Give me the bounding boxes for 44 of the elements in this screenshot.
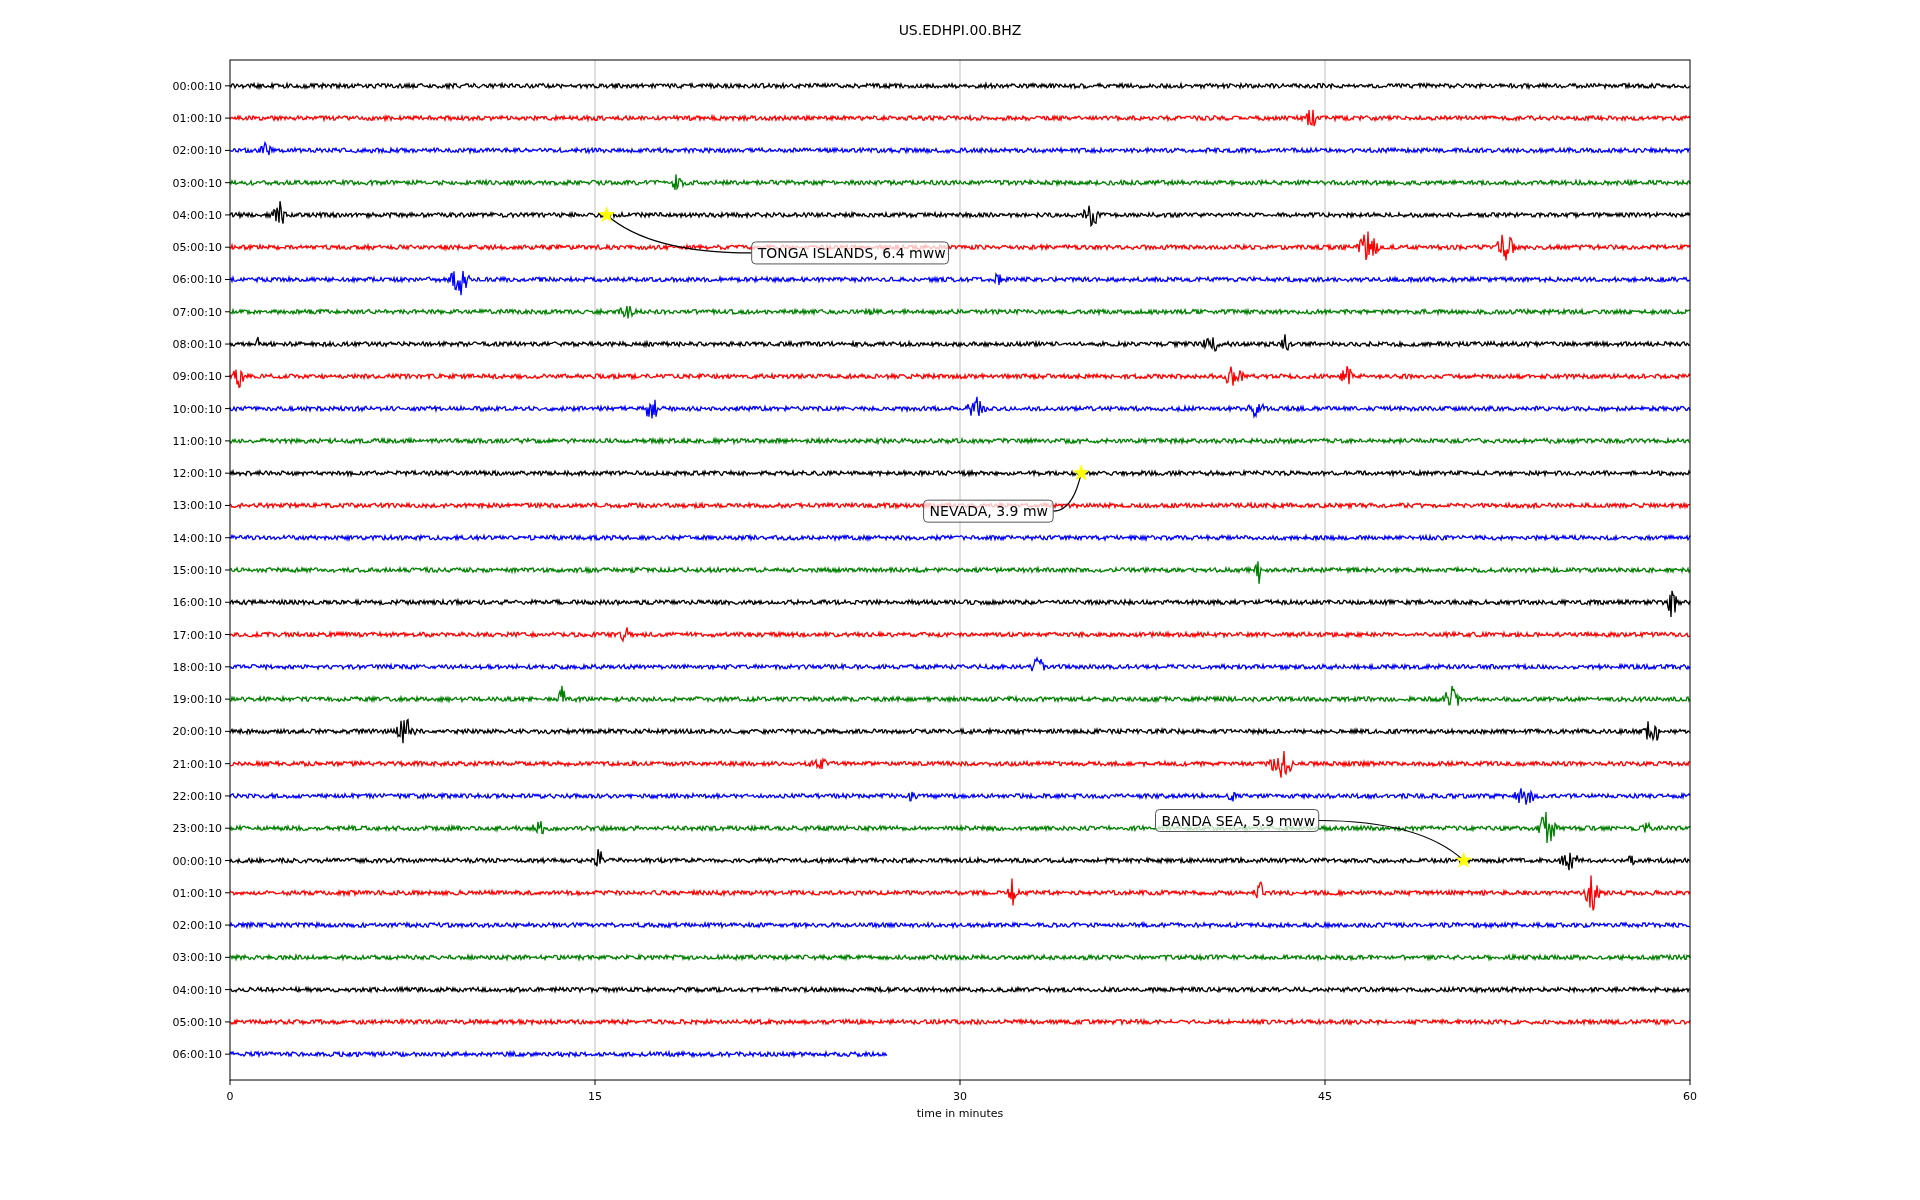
tick-label: 04:00:10 bbox=[172, 208, 222, 222]
star-icon bbox=[598, 205, 616, 223]
star-icon bbox=[1072, 464, 1090, 481]
tick-label: 03:00:10 bbox=[172, 951, 222, 965]
tick-label: 45 bbox=[1318, 1090, 1332, 1103]
event-label: TONGA ISLANDS, 6.4 mww bbox=[751, 241, 949, 265]
tick-label: 07:00:10 bbox=[172, 305, 222, 319]
event-label: NEVADA, 3.9 mw bbox=[923, 499, 1054, 523]
tick-label: 02:00:10 bbox=[172, 144, 222, 158]
tick-label: 23:00:10 bbox=[172, 822, 222, 836]
tick-label: 13:00:10 bbox=[172, 499, 222, 513]
tick-label: 21:00:10 bbox=[172, 757, 222, 771]
tick-label: 15 bbox=[588, 1090, 602, 1103]
tick-label: 05:00:10 bbox=[172, 241, 222, 255]
tick-label: 05:00:10 bbox=[172, 1015, 222, 1029]
tick-label: 06:00:10 bbox=[172, 273, 222, 287]
tick-label: 10:00:10 bbox=[172, 402, 222, 416]
tick-label: 19:00:10 bbox=[172, 693, 222, 707]
tick-label: 17:00:10 bbox=[172, 628, 222, 642]
tick-label: 00:00:10 bbox=[172, 79, 222, 93]
tick-label: 02:00:10 bbox=[172, 919, 222, 933]
tick-label: 20:00:10 bbox=[172, 725, 222, 739]
event-label: BANDA SEA, 5.9 mww bbox=[1155, 809, 1320, 832]
tick-label: 14:00:10 bbox=[172, 531, 222, 545]
tick-label: 04:00:10 bbox=[172, 983, 222, 997]
tick-label: 11:00:10 bbox=[172, 434, 222, 448]
tick-label: 06:00:10 bbox=[172, 1048, 222, 1062]
star-icon bbox=[1455, 851, 1473, 868]
tick-label: 12:00:10 bbox=[172, 467, 222, 481]
tick-label: 00:00:10 bbox=[172, 854, 222, 868]
tick-label: 09:00:10 bbox=[172, 370, 222, 384]
axis-label: time in minutes bbox=[916, 1107, 1004, 1120]
tick-label: 08:00:10 bbox=[172, 338, 222, 352]
tick-label: 03:00:10 bbox=[172, 176, 222, 190]
tick-label: 22:00:10 bbox=[172, 789, 222, 803]
tick-label: 16:00:10 bbox=[172, 596, 222, 610]
plot-title: US.EDHPI.00.BHZ bbox=[898, 22, 1022, 38]
tick-label: 60 bbox=[1683, 1090, 1697, 1103]
tick-label: 0 bbox=[226, 1090, 234, 1103]
tick-label: 18:00:10 bbox=[172, 660, 222, 674]
tick-label: 01:00:10 bbox=[172, 886, 222, 900]
tick-label: 15:00:10 bbox=[172, 564, 222, 577]
tick-label: 01:00:10 bbox=[172, 112, 222, 126]
tick-label: 30 bbox=[953, 1090, 967, 1103]
